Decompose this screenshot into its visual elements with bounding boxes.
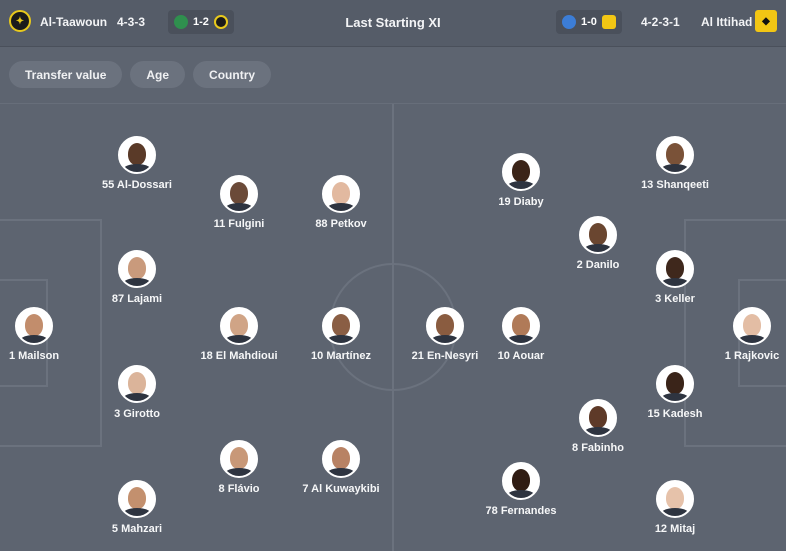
player-name: 88 Petkov [315,218,367,230]
lineup-header: ✦ Al-Taawoun 4-3-3 1-2 Last Starting XI … [0,0,786,47]
player-avatar [579,216,617,254]
player-name: 7 Al Kuwaykibi [302,483,380,495]
player-card[interactable]: 10 Aouar [461,307,581,362]
opponent-crest-icon [562,15,576,29]
player-name: 13 Shanqeeti [641,179,709,191]
player-card[interactable]: 19 Diaby [461,153,581,208]
al-ittihad-crest-icon[interactable]: ◆ [755,10,777,32]
player-avatar [118,365,156,403]
pitch: 55 Al-Dossari 11 Fulgini 88 Petkov 87 La… [0,103,786,551]
filter-chips: Transfer value Age Country [9,61,272,88]
player-avatar [220,175,258,213]
player-card[interactable]: 12 Mitaj [615,480,735,535]
player-avatar [322,307,360,345]
player-avatar [656,250,694,288]
player-card[interactable]: 13 Shanqeeti [615,136,735,191]
player-avatar [220,440,258,478]
al-ittihad-mini-crest-icon [601,15,616,29]
player-avatar [15,307,53,345]
player-avatar [502,307,540,345]
player-avatar [426,307,464,345]
player-card[interactable]: 5 Mahzari [77,480,197,535]
player-avatar [322,175,360,213]
player-avatar [118,250,156,288]
player-name: 1 Mailson [8,350,60,362]
player-name: 8 Fabinho [572,442,624,454]
player-name: 10 Aouar [497,350,545,362]
away-last-score: 1-0 [581,16,597,28]
away-last-result[interactable]: 1-0 [556,10,622,34]
player-name: 19 Diaby [498,196,544,208]
player-avatar [656,365,694,403]
player-card[interactable]: 1 Rajkovic [692,307,786,362]
player-name: 3 Keller [655,293,695,305]
player-card[interactable]: 1 Mailson [0,307,94,362]
player-card[interactable]: 8 Fabinho [538,399,658,454]
player-avatar [502,153,540,191]
player-name: 78 Fernandes [485,505,557,517]
player-card[interactable]: 7 Al Kuwaykibi [281,440,401,495]
age-filter[interactable]: Age [130,61,186,88]
player-card[interactable]: 3 Keller [615,250,735,305]
player-card[interactable]: 87 Lajami [77,250,197,305]
player-card[interactable]: 10 Martínez [281,307,401,362]
player-name: 1 Rajkovic [724,350,780,362]
player-name: 87 Lajami [111,293,163,305]
player-card[interactable]: 78 Fernandes [461,462,581,517]
player-avatar [502,462,540,500]
player-avatar [220,307,258,345]
player-card[interactable]: 3 Girotto [77,365,197,420]
player-name: 12 Mitaj [654,523,696,535]
away-formation: 4-2-3-1 [641,15,680,29]
player-avatar [579,399,617,437]
player-avatar [118,480,156,518]
away-team-name[interactable]: Al Ittihad [701,15,752,29]
player-card[interactable]: 88 Petkov [281,175,401,230]
player-avatar [656,136,694,174]
player-name: 5 Mahzari [111,523,163,535]
player-avatar [733,307,771,345]
player-avatar [656,480,694,518]
country-filter[interactable]: Country [193,61,272,88]
player-name: 3 Girotto [114,408,160,420]
player-avatar [118,136,156,174]
transfer-value-filter[interactable]: Transfer value [9,61,123,88]
player-name: 10 Martínez [311,350,371,362]
player-avatar [322,440,360,478]
